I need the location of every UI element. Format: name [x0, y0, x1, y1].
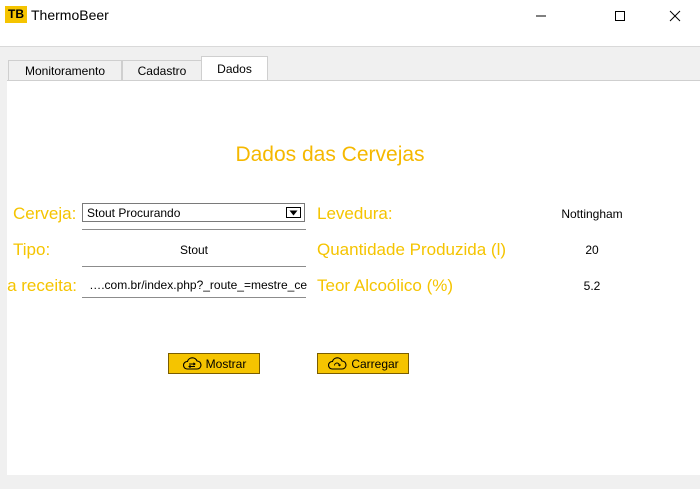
receita-label-clip: Link da receita: [7, 275, 77, 297]
levedura-value: Nottingham [561, 207, 623, 221]
cloud-upload-icon [327, 356, 347, 371]
window-title: ThermoBeer [31, 7, 109, 23]
quantidade-label: Quantidade Produzida (l) [317, 240, 507, 259]
app-logo-icon: TB [5, 6, 27, 23]
tipo-divider [82, 266, 306, 267]
maximize-button[interactable] [597, 0, 643, 32]
teor-value: 5.2 [583, 279, 601, 293]
tab-cadastro[interactable]: Cadastro [122, 60, 202, 80]
teor-label: Teor Alcoólico (%) [317, 276, 454, 295]
minimize-button[interactable] [518, 0, 564, 32]
dropdown-arrow-icon[interactable] [286, 207, 301, 218]
quantidade-value: 20 [585, 243, 599, 257]
tab-bar: Monitoramento Cadastro Dados [0, 47, 700, 81]
menu-strip [0, 32, 700, 47]
swap-cloud-icon [182, 356, 202, 371]
tab-monitoramento[interactable]: Monitoramento [8, 60, 122, 80]
close-button[interactable] [652, 0, 698, 32]
cerveja-divider [82, 229, 306, 230]
carregar-button-label: Carregar [351, 356, 399, 371]
receita-link-value: ….com.br/index.php?_route_=mestre_ce [89, 278, 307, 292]
tab-dados[interactable]: Dados [201, 56, 268, 81]
mostrar-button-label: Mostrar [205, 356, 247, 371]
levedura-label: Levedura: [317, 204, 393, 223]
cerveja-select-value: Stout Procurando [87, 206, 181, 220]
receita-label: Link da receita: [7, 276, 77, 295]
minimize-icon [536, 15, 546, 17]
title-bar: TB ThermoBeer [0, 0, 700, 32]
cerveja-select[interactable]: Stout Procurando [82, 203, 305, 222]
carregar-button[interactable]: Carregar [317, 353, 409, 374]
page-title: Dados das Cervejas [235, 143, 425, 166]
receita-link-field[interactable]: ….com.br/index.php?_route_=mestre_ce [82, 277, 307, 295]
dados-panel: Dados das Cervejas Cerveja: Stout Procur… [7, 80, 700, 475]
receita-divider [82, 297, 306, 298]
close-icon [669, 10, 681, 22]
maximize-icon [615, 11, 625, 21]
cerveja-label: Cerveja: [13, 204, 77, 223]
tipo-value: Stout [179, 243, 209, 257]
mostrar-button[interactable]: Mostrar [168, 353, 260, 374]
tipo-label: Tipo: [13, 240, 51, 259]
